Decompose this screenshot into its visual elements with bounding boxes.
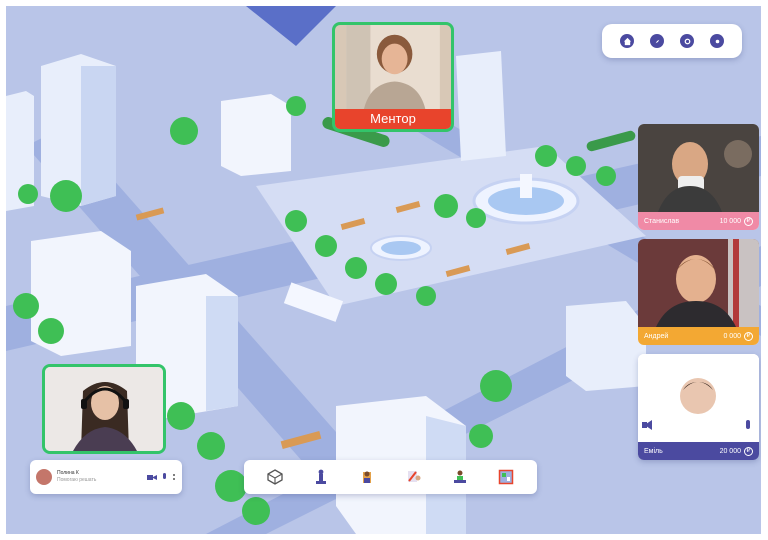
participant-bar: Андрей 0 000 ₽ (638, 327, 759, 345)
tree (197, 432, 225, 460)
tree (215, 470, 247, 502)
logout-icon[interactable] (710, 34, 724, 48)
figure-icon-glyph (316, 469, 327, 484)
compass-icon-glyph (655, 39, 659, 43)
tree (242, 497, 270, 525)
character-icon-glyph (363, 471, 372, 483)
camera-icon[interactable] (147, 474, 157, 481)
coin-icon: ₽ (744, 446, 753, 456)
home-icon[interactable] (620, 34, 634, 48)
more-icon[interactable] (172, 473, 176, 481)
tree (345, 257, 367, 279)
participant-video (638, 239, 759, 327)
participant-video (638, 354, 759, 442)
participant-avatar-frame (638, 354, 759, 442)
participant-bar: Станислав 10 000 ₽ (638, 212, 759, 230)
action-toolbar (244, 460, 537, 494)
settings-icon[interactable] (680, 34, 694, 48)
tree (286, 96, 306, 116)
tree (416, 286, 436, 306)
person-table-icon-glyph (453, 470, 466, 483)
tree (315, 235, 337, 257)
mentor-label: Ментор (335, 109, 451, 129)
participant-card[interactable]: Еміль 20 000 ₽ (638, 354, 759, 460)
tree (535, 145, 557, 167)
settings-icon-glyph (684, 38, 690, 44)
map-icon-glyph (498, 469, 514, 485)
tree (566, 156, 586, 176)
participant-points: 10 000 ₽ (719, 216, 753, 226)
avatar (36, 469, 52, 485)
tree (466, 208, 486, 228)
participant-video (638, 124, 759, 212)
participant-points: 20 000 ₽ (719, 446, 753, 456)
current-user-bar: Полина К Помогаю решать (30, 460, 182, 494)
participant-card[interactable]: Андрей 0 000 ₽ (638, 239, 759, 345)
home-icon-glyph (623, 37, 631, 45)
mentor-video (346, 25, 440, 109)
user-name: Полина К (57, 470, 79, 476)
building-side (81, 66, 116, 206)
participant-video-frame (638, 124, 759, 212)
self-video (45, 367, 163, 451)
points-value: 0 000 (723, 332, 741, 340)
tree (434, 194, 458, 218)
tree (285, 210, 307, 232)
mentor-video-tile[interactable]: Ментор (332, 22, 454, 132)
tree (18, 184, 38, 204)
tree (50, 180, 82, 212)
participant-card[interactable]: Станислав 10 000 ₽ (638, 124, 759, 230)
tree (596, 166, 616, 186)
participant-points: 0 000 ₽ (723, 331, 753, 341)
participant-name: Станислав (644, 217, 680, 225)
microphone-icon[interactable] (162, 473, 167, 481)
person-table-icon[interactable] (451, 468, 469, 486)
self-video-tile[interactable] (42, 364, 166, 454)
tree (38, 318, 64, 344)
user-status: Помогаю решать (57, 477, 97, 483)
fountain-small-water (381, 241, 421, 255)
logout-icon-glyph (715, 39, 719, 43)
building-side (206, 296, 238, 411)
coin-icon: ₽ (744, 331, 753, 341)
top-navigation (602, 24, 742, 58)
cube-icon[interactable] (266, 468, 284, 486)
participant-name: Андрей (644, 332, 669, 340)
points-value: 20 000 (719, 447, 741, 455)
tree (13, 293, 39, 319)
painter-icon[interactable] (405, 468, 423, 486)
participant-bar: Еміль 20 000 ₽ (638, 442, 759, 460)
media-controls (147, 473, 176, 481)
tree (469, 424, 493, 448)
building (221, 94, 291, 176)
user-info: Полина К Помогаю решать (57, 470, 96, 484)
participant-video-frame (638, 239, 759, 327)
figure-icon[interactable] (312, 468, 330, 486)
participant-name: Еміль (644, 447, 663, 455)
map-icon[interactable] (497, 468, 515, 486)
virtual-city-view[interactable]: Ментор Станислав 10 000 ₽ Андрей 0 000 ₽… (6, 6, 761, 534)
building (566, 301, 646, 391)
coin-icon: ₽ (744, 216, 753, 226)
cube-icon-glyph (267, 469, 283, 485)
building (456, 51, 506, 161)
character-icon[interactable] (358, 468, 376, 486)
painter-icon-glyph (407, 471, 421, 482)
fountain-pillar (520, 174, 532, 198)
tree (480, 370, 512, 402)
tree (167, 402, 195, 430)
tree (375, 273, 397, 295)
points-value: 10 000 (719, 217, 741, 225)
tree (170, 117, 198, 145)
compass-icon[interactable] (650, 34, 664, 48)
